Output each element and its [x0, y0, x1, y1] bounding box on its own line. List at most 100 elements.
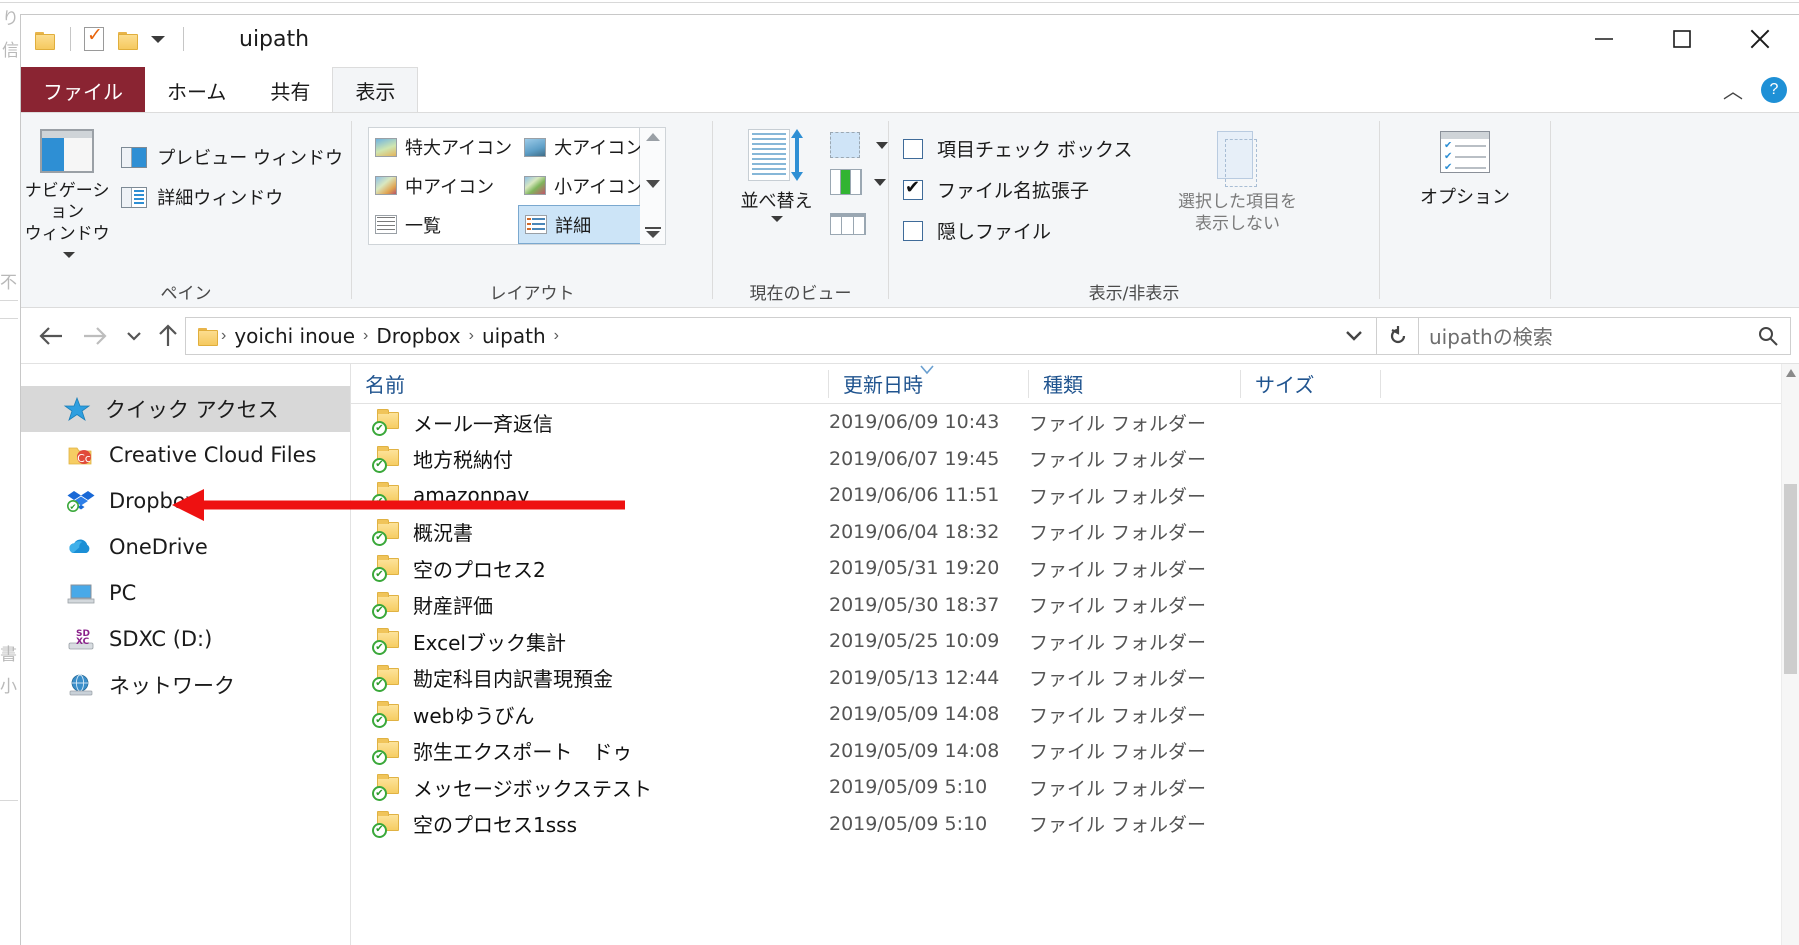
file-name-extensions-option[interactable]: ファイル名拡張子	[903, 176, 1132, 203]
table-row[interactable]: 空のプロセス1sss 2019/05/09 5:10 ファイル フォルダー	[351, 806, 1799, 843]
address-bar: › yoichi inoue › Dropbox › uipath › uipa…	[21, 308, 1799, 364]
file-name-label: webゆうびん	[413, 703, 535, 728]
properties-checkmark-icon[interactable]	[84, 24, 104, 51]
column-header-type[interactable]: 種類	[1029, 364, 1241, 404]
collapse-ribbon-icon[interactable]: ︿	[1723, 75, 1743, 104]
sidebar-item-quick-access[interactable]: クイック アクセス	[21, 386, 350, 432]
scroll-up-icon[interactable]	[645, 133, 660, 141]
file-name-cell[interactable]: amazonpay	[351, 482, 829, 510]
breadcrumb-separator-icon[interactable]: ›	[220, 327, 227, 345]
table-row[interactable]: 勘定科目内訳書現預金 2019/05/13 12:44 ファイル フォルダー	[351, 660, 1799, 697]
file-name-cell[interactable]: 財産評価	[351, 590, 829, 619]
size-columns-button[interactable]	[830, 169, 888, 195]
column-header-size[interactable]: サイズ	[1241, 364, 1381, 404]
file-date-cell: 2019/05/09 5:10	[829, 776, 988, 799]
hide-selected-items-button[interactable]: 選択した項目を 表示しない	[1162, 123, 1312, 235]
breadcrumb-separator-icon[interactable]: ›	[553, 327, 560, 345]
file-name-cell[interactable]: 概況書	[351, 517, 829, 546]
table-row[interactable]: 地方税納付 2019/06/07 19:45 ファイル フォルダー	[351, 441, 1799, 478]
table-row[interactable]: amazonpay 2019/06/06 11:51 ファイル フォルダー	[351, 477, 1799, 514]
file-name-label: 概況書	[413, 521, 473, 546]
tab-file[interactable]: ファイル	[21, 67, 145, 113]
file-name-cell[interactable]: 空のプロセス2	[351, 554, 829, 583]
preview-pane-button[interactable]: プレビュー ウィンドウ	[113, 137, 351, 177]
close-button[interactable]	[1721, 15, 1799, 63]
address-dropdown-button[interactable]	[1336, 318, 1372, 354]
table-row[interactable]: webゆうびん 2019/05/09 14:08 ファイル フォルダー	[351, 696, 1799, 733]
item-check-boxes-option[interactable]: 項目チェック ボックス	[903, 135, 1132, 162]
file-name-cell[interactable]: webゆうびん	[351, 700, 829, 729]
table-row[interactable]: Excelブック集計 2019/05/25 10:09 ファイル フォルダー	[351, 623, 1799, 660]
sidebar-item-network[interactable]: ネットワーク	[21, 662, 350, 708]
help-icon[interactable]: ?	[1761, 76, 1787, 103]
file-name-cell[interactable]: 地方税納付	[351, 444, 829, 473]
file-name-cell[interactable]: 勘定科目内訳書現預金	[351, 663, 829, 692]
gallery-expand-icon[interactable]	[644, 227, 661, 239]
up-button[interactable]	[151, 316, 185, 356]
file-name-cell[interactable]: メッセージボックステスト	[351, 773, 829, 802]
quick-access-toolbar	[35, 24, 197, 51]
hidden-items-option[interactable]: 隠しファイル	[903, 217, 1132, 244]
breadcrumb-separator-icon[interactable]: ›	[468, 327, 475, 345]
table-row[interactable]: メッセージボックステスト 2019/05/09 5:10 ファイル フォルダー	[351, 769, 1799, 806]
tab-view[interactable]: 表示	[332, 67, 419, 113]
customize-qat-button[interactable]	[140, 27, 170, 51]
table-row[interactable]: 概況書 2019/06/04 18:32 ファイル フォルダー	[351, 514, 1799, 551]
table-row[interactable]: 財産評価 2019/05/30 18:37 ファイル フォルダー	[351, 587, 1799, 624]
layout-list[interactable]: 一覧	[369, 205, 518, 244]
file-name-cell[interactable]: Excelブック集計	[351, 627, 829, 656]
search-icon[interactable]	[1756, 324, 1780, 348]
maximize-button[interactable]	[1643, 15, 1721, 63]
qat-divider	[70, 27, 71, 51]
sidebar-item-creative-cloud-files[interactable]: Cc Creative Cloud Files	[21, 432, 350, 478]
layout-extra-large-icons[interactable]: 特大アイコン	[369, 128, 518, 167]
layout-gallery-scroll[interactable]	[640, 127, 666, 245]
layout-details[interactable]: 詳細	[518, 205, 650, 244]
sidebar-item-sdxc-drive[interactable]: SD XC SDXC (D:)	[21, 616, 350, 662]
recent-locations-button[interactable]	[117, 316, 151, 356]
table-row[interactable]: 空のプロセス2 2019/05/31 19:20 ファイル フォルダー	[351, 550, 1799, 587]
refresh-button[interactable]	[1377, 316, 1419, 355]
table-row[interactable]: メール一斉返信 2019/06/09 10:43 ファイル フォルダー	[351, 404, 1799, 441]
sidebar-item-dropbox[interactable]: ✔ Dropbox	[21, 478, 350, 524]
breadcrumb-bar[interactable]: › yoichi inoue › Dropbox › uipath ›	[185, 316, 1377, 355]
sidebar-item-pc[interactable]: PC	[21, 570, 350, 616]
file-name-cell[interactable]: メール一斉返信	[351, 408, 829, 437]
search-input[interactable]: uipathの検索	[1429, 321, 1748, 350]
breadcrumb-separator-icon[interactable]: ›	[362, 327, 369, 345]
back-button[interactable]	[29, 316, 73, 356]
new-folder-icon[interactable]	[118, 30, 140, 50]
options-button[interactable]: オプション	[1400, 123, 1530, 209]
file-name-cell[interactable]: 弥生エクスポート ドゥ	[351, 736, 829, 765]
checkbox-unchecked-icon[interactable]	[903, 138, 923, 159]
tab-home[interactable]: ホーム	[145, 67, 248, 113]
forward-button[interactable]	[73, 316, 117, 356]
sort-by-button[interactable]: 並べ替え	[723, 123, 830, 222]
breadcrumb-item-dropbox[interactable]: Dropbox	[369, 324, 467, 348]
layout-large-icons[interactable]: 大アイコン	[518, 128, 649, 167]
sidebar-item-onedrive[interactable]: OneDrive	[21, 524, 350, 570]
layout-small-icons[interactable]: 小アイコン	[518, 167, 649, 206]
fit-columns-button[interactable]	[830, 205, 888, 235]
ribbon-group-label-show-hide: 表示/非表示	[1088, 283, 1180, 304]
layout-medium-icons[interactable]: 中アイコン	[369, 167, 518, 206]
minimize-button[interactable]	[1565, 15, 1643, 63]
file-name-cell[interactable]: 空のプロセス1sss	[351, 809, 829, 838]
vertical-scrollbar[interactable]	[1781, 364, 1799, 945]
scrollbar-thumb[interactable]	[1784, 484, 1797, 674]
folder-icon[interactable]	[35, 30, 57, 50]
add-columns-button[interactable]	[830, 131, 888, 159]
column-header-name[interactable]: 名前	[351, 364, 829, 404]
breadcrumb-item-uipath[interactable]: uipath	[475, 324, 553, 348]
checkbox-checked-icon[interactable]	[903, 177, 923, 200]
search-box[interactable]: uipathの検索	[1419, 316, 1791, 355]
tab-share[interactable]: 共有	[248, 67, 332, 113]
details-pane-button[interactable]: 詳細ウィンドウ	[113, 177, 351, 217]
scroll-down-icon[interactable]	[645, 180, 660, 188]
navigation-pane-button[interactable]: ナビゲーション ウィンドウ	[21, 123, 113, 266]
breadcrumb-item-user[interactable]: yoichi inoue	[227, 324, 362, 348]
table-row[interactable]: 弥生エクスポート ドゥ 2019/05/09 14:08 ファイル フォルダー	[351, 733, 1799, 770]
scroll-down-icon[interactable]	[1782, 940, 1799, 945]
scroll-up-icon[interactable]	[1782, 364, 1799, 382]
checkbox-unchecked-icon[interactable]	[903, 220, 923, 241]
